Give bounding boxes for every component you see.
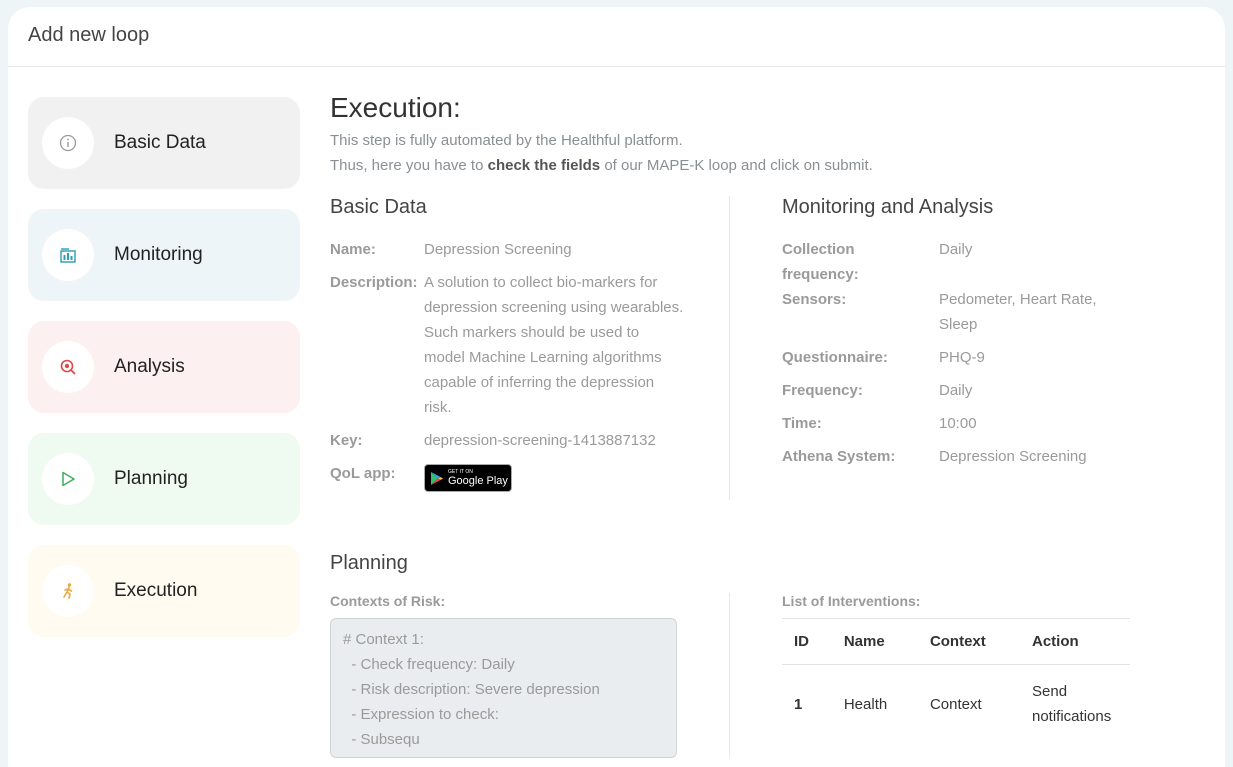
sensors-row: Sensors: Pedometer, Heart Rate, Sleep	[782, 287, 1130, 337]
collection-row: Collection frequency: Daily	[782, 237, 1130, 287]
field-label: Sensors:	[782, 291, 847, 308]
field-label: Collection frequency:	[782, 241, 859, 283]
execution-description: This step is fully automated by the Heal…	[330, 128, 1210, 178]
field-label: Key:	[330, 432, 363, 449]
cell-context: Context	[929, 695, 982, 713]
key-row: Key: depression-screening-1413887132	[330, 428, 709, 453]
field-value: PHQ-9	[939, 349, 985, 366]
field-label: Frequency:	[782, 382, 863, 399]
section-title: Basic Data	[330, 196, 427, 218]
execution-title: Execution:	[330, 92, 461, 123]
contexts-textarea[interactable]: # Context 1: - Check frequency: Daily - …	[330, 618, 677, 758]
qol-row: QoL app: GET IT ON Google Play	[330, 461, 709, 492]
planning-columns: Contexts of Risk: # Context 1: - Check f…	[330, 593, 1210, 758]
field-label: Athena System:	[782, 448, 896, 465]
main-content: Execution: This step is fully automated …	[330, 92, 1210, 758]
interventions-label: List of Interventions:	[782, 593, 921, 609]
step-basic-data[interactable]: Basic Data	[28, 97, 300, 189]
step-label: Execution	[114, 580, 198, 601]
step-label: Monitoring	[114, 244, 203, 265]
field-value: depression-screening-1413887132	[424, 432, 656, 449]
frequency-row: Frequency: Daily	[782, 378, 1130, 403]
field-value: Daily	[939, 241, 973, 258]
field-value: 10:00	[939, 415, 977, 432]
page-title: Add new loop	[28, 24, 150, 46]
cell-id: 1	[794, 695, 803, 713]
column-header-id: ID	[782, 618, 832, 665]
field-value: Pedometer, Heart Rate, Sleep	[939, 291, 1097, 333]
field-value: Depression Screening	[424, 241, 572, 258]
athena-row: Athena System: Depression Screening	[782, 444, 1130, 469]
add-loop-card: Add new loop Basic Data Monitoring Analy…	[8, 7, 1225, 767]
monitoring-section: Monitoring and Analysis Collection frequ…	[730, 196, 1130, 500]
google-play-badge[interactable]: GET IT ON Google Play	[424, 464, 512, 492]
step-execution[interactable]: Execution	[28, 545, 300, 637]
field-label: Time:	[782, 415, 822, 432]
interventions-section: List of Interventions: ID Name Context A…	[730, 593, 1130, 758]
step-nav: Basic Data Monitoring Analysis Planning …	[28, 97, 300, 657]
field-value: A solution to collect bio-markers for de…	[424, 274, 684, 416]
cell-name: Health	[843, 695, 888, 713]
badge-big-text: Google Play	[448, 475, 508, 487]
summary-columns: Basic Data Name: Depression Screening De…	[330, 196, 1210, 500]
step-label: Analysis	[114, 356, 185, 377]
contexts-section: Contexts of Risk: # Context 1: - Check f…	[330, 593, 730, 758]
running-person-icon	[42, 565, 94, 617]
column-header-action: Action	[1020, 618, 1130, 665]
field-value: Daily	[939, 382, 973, 399]
field-label: Description:	[330, 274, 418, 291]
cell-action: Send notifications	[1032, 683, 1112, 725]
step-planning[interactable]: Planning	[28, 433, 300, 525]
planning-title: Planning	[330, 552, 408, 574]
basic-data-section: Basic Data Name: Depression Screening De…	[330, 196, 730, 500]
info-icon	[42, 117, 94, 169]
interventions-table: ID Name Context Action 1 Health Context …	[782, 618, 1130, 743]
questionnaire-row: Questionnaire: PHQ-9	[782, 345, 1130, 370]
google-play-icon	[431, 471, 443, 485]
step-label: Planning	[114, 468, 188, 489]
step-analysis[interactable]: Analysis	[28, 321, 300, 413]
field-label: Questionnaire:	[782, 349, 888, 366]
section-title: Monitoring and Analysis	[782, 196, 994, 218]
building-chart-icon	[42, 229, 94, 281]
description-line-1: This step is fully automated by the Heal…	[330, 132, 683, 149]
column-header-name: Name	[831, 618, 918, 665]
search-analysis-icon	[42, 341, 94, 393]
description-line-2: Thus, here you have to check the fields …	[330, 157, 873, 174]
name-row: Name: Depression Screening	[330, 237, 709, 262]
table-row: 1 Health Context Send notifications	[782, 665, 1130, 744]
card-header: Add new loop	[8, 7, 1225, 67]
time-row: Time: 10:00	[782, 411, 1130, 436]
column-header-context: Context	[917, 618, 1020, 665]
step-monitoring[interactable]: Monitoring	[28, 209, 300, 301]
description-row: Description: A solution to collect bio-m…	[330, 270, 709, 420]
table-header-row: ID Name Context Action	[782, 618, 1130, 665]
contexts-label: Contexts of Risk:	[330, 593, 446, 609]
field-label: Name:	[330, 241, 376, 258]
play-icon	[42, 453, 94, 505]
field-value: Depression Screening	[939, 448, 1087, 465]
field-label: QoL app:	[330, 465, 396, 482]
step-label: Basic Data	[114, 132, 206, 153]
